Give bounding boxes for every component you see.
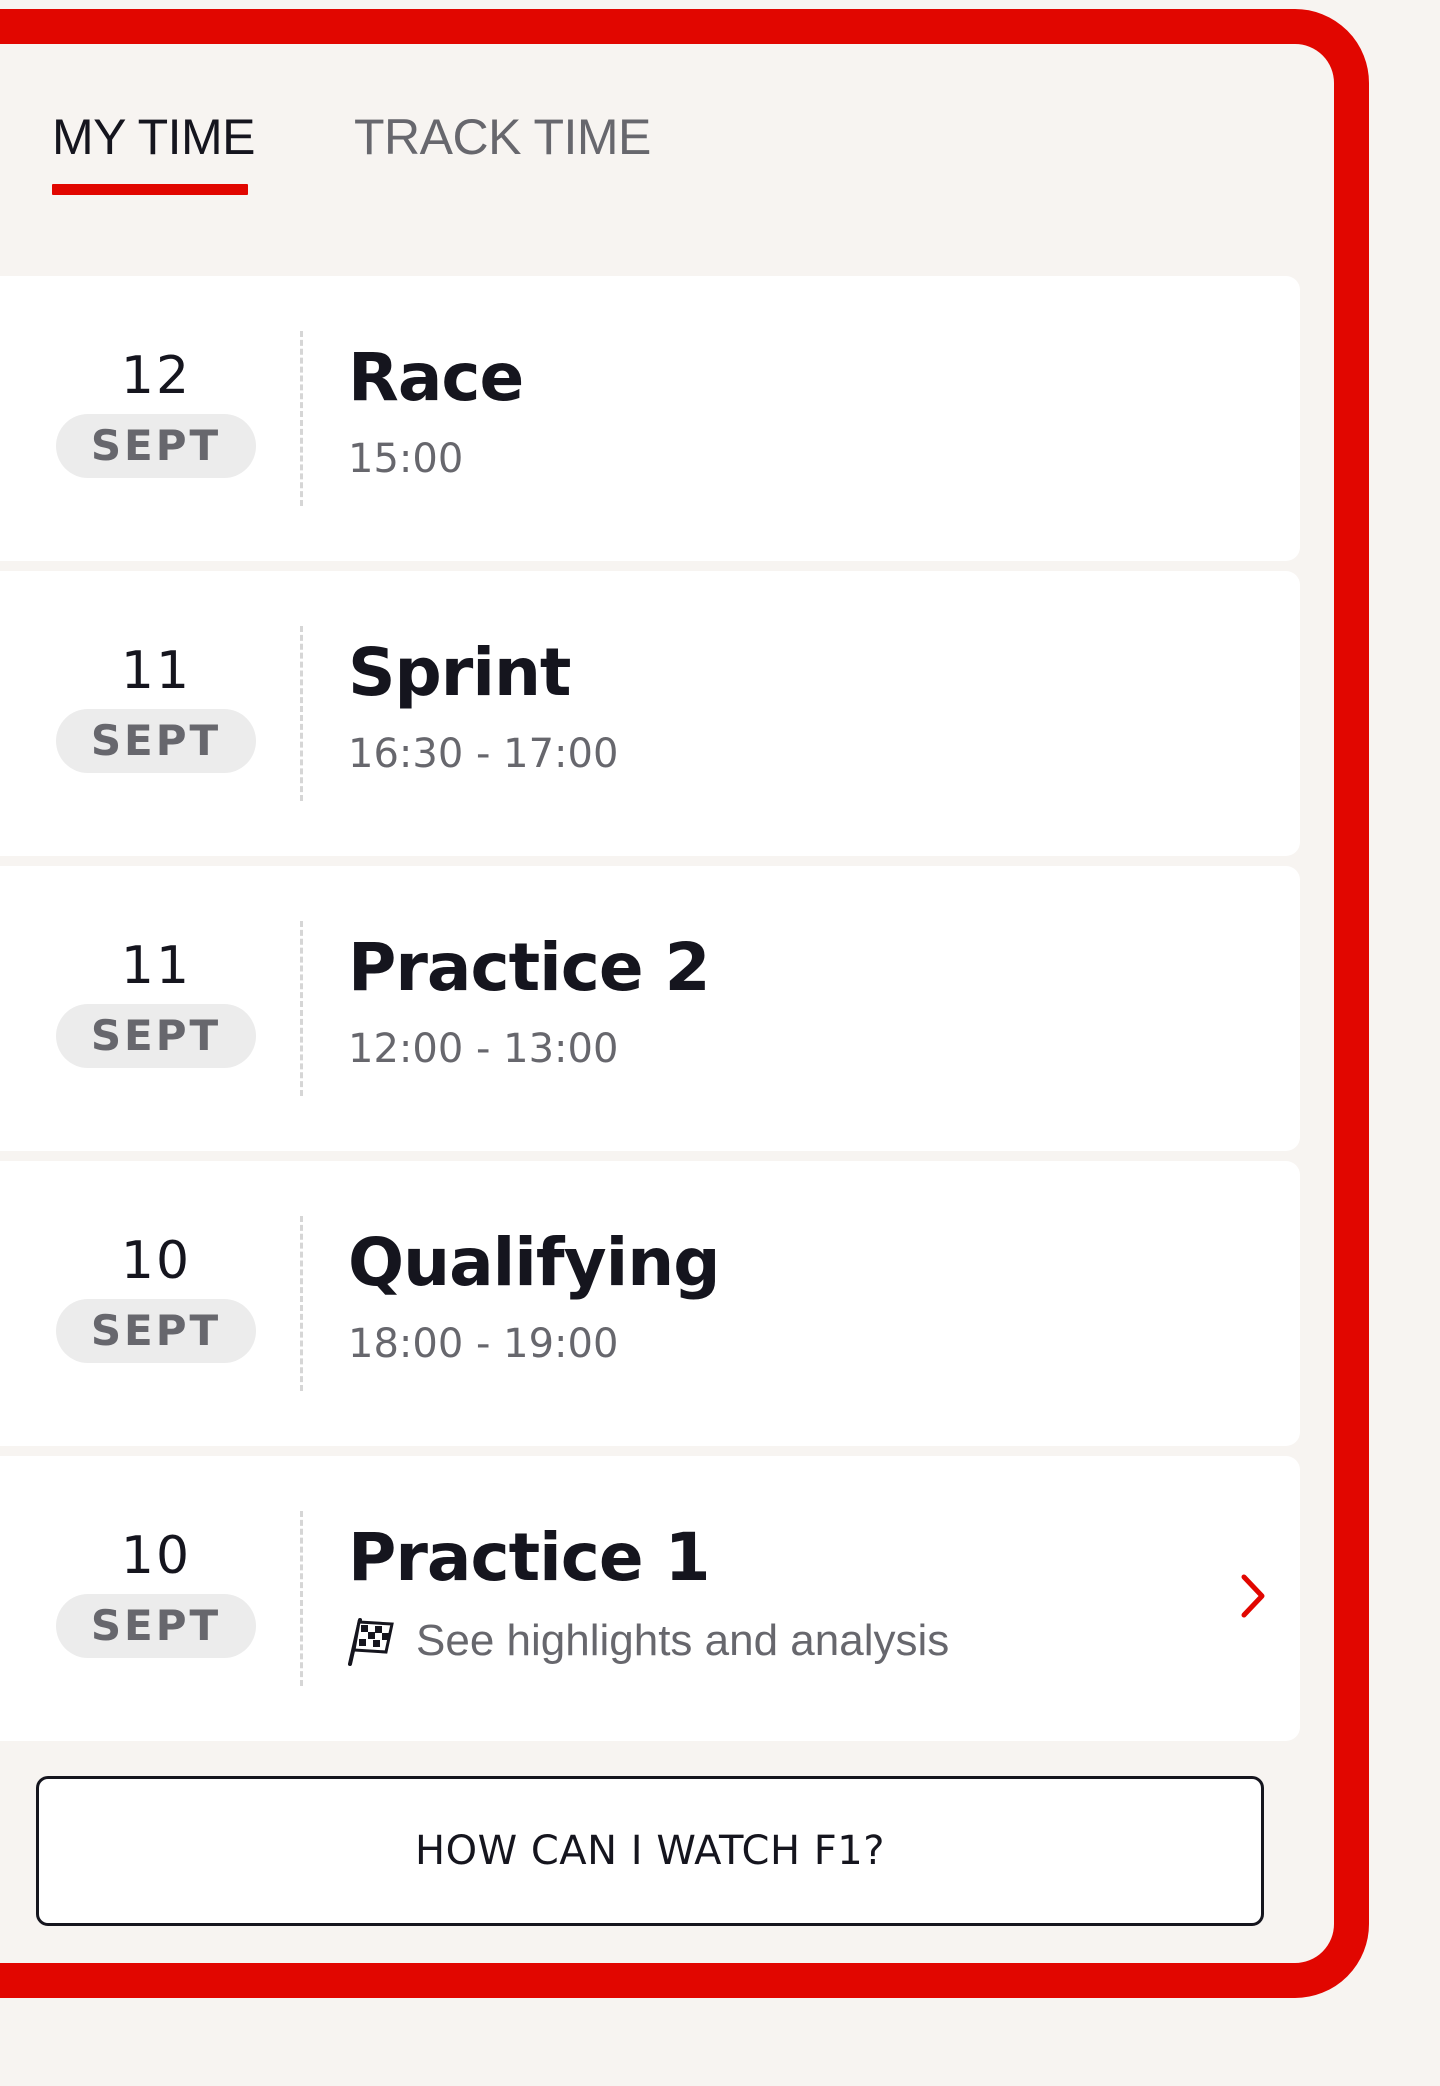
session-title: Sprint bbox=[348, 634, 571, 711]
tab-my-time[interactable]: MY TIME bbox=[52, 108, 256, 166]
session-time: 15:00 bbox=[348, 436, 464, 482]
session-date: 10 SEPT bbox=[56, 1233, 256, 1363]
session-card-practice-2[interactable]: 11 SEPT Practice 2 12:00 - 13:00 bbox=[0, 866, 1300, 1151]
session-month-badge: SEPT bbox=[56, 709, 256, 773]
session-day: 12 bbox=[120, 346, 192, 406]
session-month-badge: SEPT bbox=[56, 1004, 256, 1068]
chequered-flag-icon bbox=[348, 1618, 394, 1666]
card-divider bbox=[300, 1511, 303, 1686]
session-month-badge: SEPT bbox=[56, 1594, 256, 1658]
session-date: 11 SEPT bbox=[56, 938, 256, 1068]
session-day: 11 bbox=[120, 936, 192, 996]
card-divider bbox=[300, 331, 303, 506]
session-date: 11 SEPT bbox=[56, 643, 256, 773]
active-tab-indicator bbox=[52, 184, 248, 195]
session-day: 11 bbox=[120, 641, 192, 701]
session-month-badge: SEPT bbox=[56, 414, 256, 478]
tab-track-time[interactable]: TRACK TIME bbox=[354, 108, 651, 166]
highlights-link[interactable]: See highlights and analysis bbox=[346, 1616, 949, 1666]
session-card-qualifying[interactable]: 10 SEPT Qualifying 18:00 - 19:00 bbox=[0, 1161, 1300, 1446]
session-title: Race bbox=[348, 339, 524, 416]
session-title: Practice 1 bbox=[348, 1519, 711, 1596]
session-title: Qualifying bbox=[348, 1224, 720, 1301]
session-title: Practice 2 bbox=[348, 929, 711, 1006]
card-divider bbox=[300, 626, 303, 801]
session-day: 10 bbox=[120, 1231, 192, 1291]
card-divider bbox=[300, 921, 303, 1096]
highlights-label: See highlights and analysis bbox=[416, 1616, 950, 1665]
session-time: 12:00 - 13:00 bbox=[348, 1026, 619, 1072]
how-to-watch-button[interactable]: HOW CAN I WATCH F1? bbox=[36, 1776, 1264, 1926]
session-card-race[interactable]: 12 SEPT Race 15:00 bbox=[0, 276, 1300, 561]
session-date: 10 SEPT bbox=[56, 1528, 256, 1658]
session-time: 16:30 - 17:00 bbox=[348, 731, 619, 777]
session-day: 10 bbox=[120, 1526, 192, 1586]
session-month-badge: SEPT bbox=[56, 1299, 256, 1363]
session-time: 18:00 - 19:00 bbox=[348, 1321, 619, 1367]
session-date: 12 SEPT bbox=[56, 348, 256, 478]
session-card-sprint[interactable]: 11 SEPT Sprint 16:30 - 17:00 bbox=[0, 571, 1300, 856]
card-divider bbox=[300, 1216, 303, 1391]
session-card-practice-1[interactable]: 10 SEPT Practice 1 See highlights and an… bbox=[0, 1456, 1300, 1741]
chevron-right-icon[interactable] bbox=[1238, 1571, 1268, 1621]
